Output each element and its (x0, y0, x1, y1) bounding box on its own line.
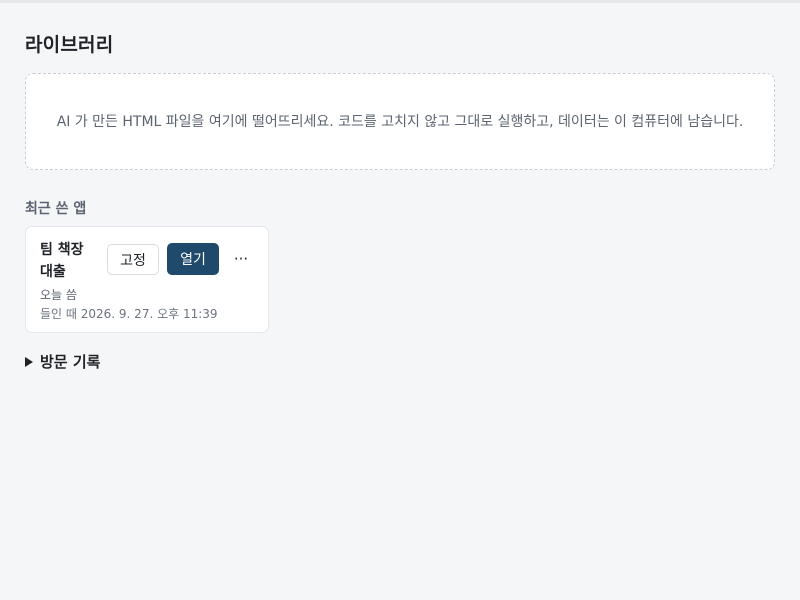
recent-apps-heading: 최근 쓴 앱 (25, 201, 87, 217)
visit-history-toggle[interactable]: 방문 기록 (25, 351, 100, 372)
more-options-button[interactable]: ··· (228, 244, 254, 274)
app-last-used: 오늘 씀 (40, 288, 77, 302)
file-dropzone[interactable]: AI 가 만든 HTML 파일을 여기에 떨어뜨리세요. 코드를 고치지 않고 … (25, 73, 775, 170)
pin-button[interactable]: 고정 (107, 244, 159, 275)
page-title: 라이브러리 (25, 34, 114, 56)
app-installed-date: 들인 때 2026. 9. 27. 오후 11:39 (40, 307, 218, 321)
triangle-right-icon (25, 356, 33, 367)
dropzone-instructions: AI 가 만든 HTML 파일을 여기에 떨어뜨리세요. 코드를 고치지 않고 … (56, 113, 744, 130)
library-page: 라이브러리 AI 가 만든 HTML 파일을 여기에 떨어뜨리세요. 코드를 고… (0, 0, 800, 600)
app-name: 팀 책장 대출 (40, 242, 84, 280)
visit-history-label: 방문 기록 (40, 353, 101, 371)
open-button[interactable]: 열기 (167, 243, 219, 275)
app-card: 팀 책장 대출 고정 열기 ··· 오늘 씀 들인 때 2026. 9. 27.… (25, 226, 269, 333)
